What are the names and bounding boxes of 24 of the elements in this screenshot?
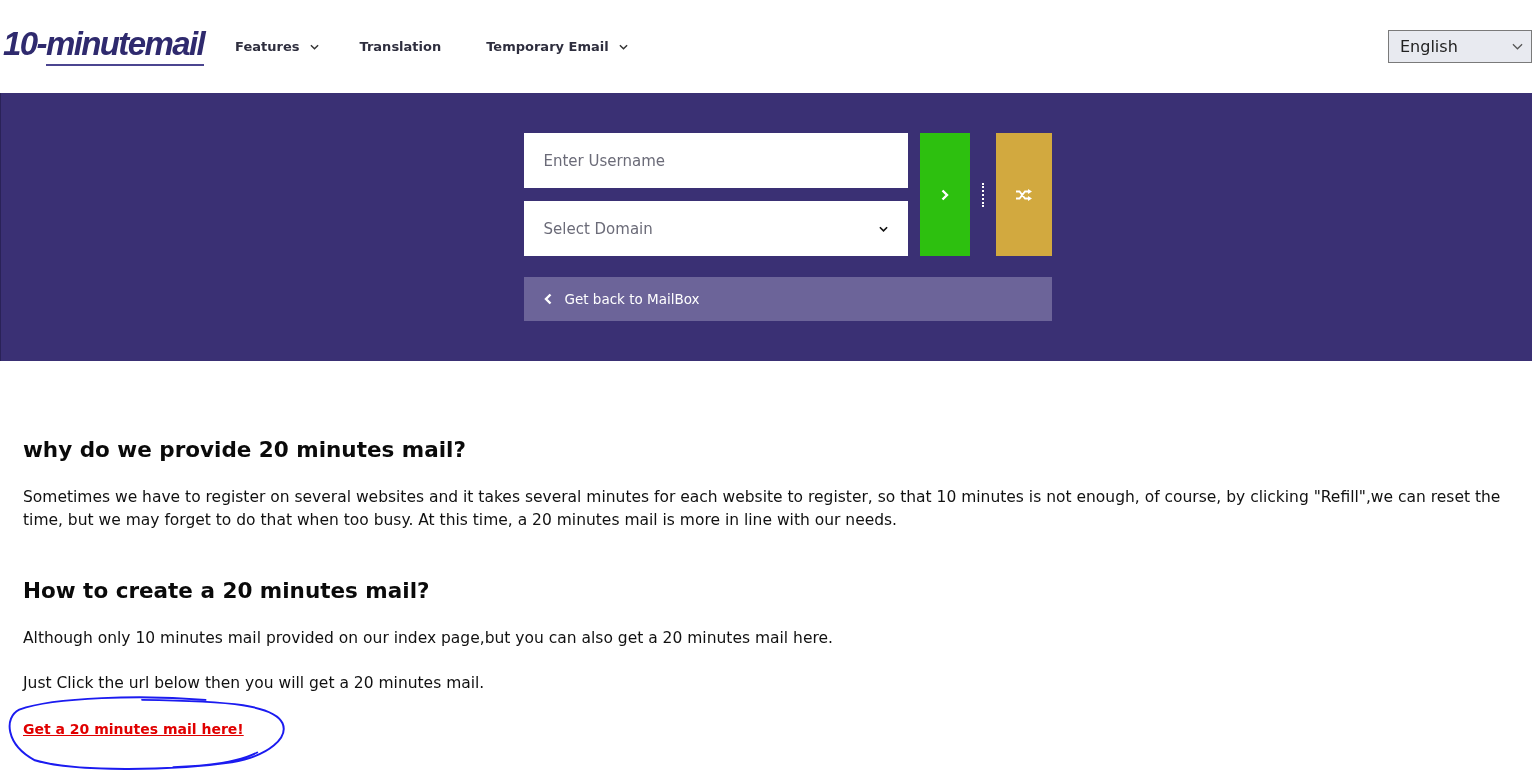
dotted-divider: [981, 182, 984, 207]
back-to-mailbox-button[interactable]: Get back to MailBox: [523, 277, 1052, 321]
shuffle-icon: [1015, 188, 1032, 201]
nav-link[interactable]: Temporary Email: [486, 39, 628, 54]
chevron-left-icon: [543, 293, 552, 305]
username-field[interactable]: Enter Username: [523, 133, 908, 188]
chevron-down-icon: [878, 225, 888, 232]
language-select[interactable]: English: [1388, 30, 1532, 63]
domain-select[interactable]: Select Domain: [523, 201, 908, 256]
chevron-down-icon: [309, 43, 319, 50]
logo[interactable]: 10-minutemail: [3, 27, 205, 66]
get-mail-link[interactable]: Get a 20 minutes mail here!: [23, 721, 244, 737]
section-heading: How to create a 20 minutes mail?: [23, 577, 431, 605]
nav-link[interactable]: Translation: [359, 39, 442, 54]
submit-button[interactable]: [919, 133, 970, 256]
chevron-down-icon: [1512, 43, 1523, 50]
paragraph: Just Click the url below then you will get a 20 minutes mail.: [23, 673, 486, 694]
paragraph: Sometimes we have to register on several websites and it takes several minutes for each website to register, so that 10 minutes is not enough, of course, by clicking "Refill",we can reset the time, but we may forget to do that when too busy. At this time, a 20 minutes mail is more in line with our needs.: [23, 487, 1502, 531]
shuffle-button[interactable]: [995, 133, 1052, 256]
chevron-right-icon: [940, 188, 949, 201]
chevron-down-icon: [618, 43, 628, 50]
section-heading: why do we provide 20 minutes mail?: [23, 436, 467, 464]
nav-link[interactable]: Features: [235, 39, 319, 54]
paragraph: Although only 10 minutes mail provided on our index page,but you can also get a 20 minutes mail here.: [23, 628, 834, 649]
